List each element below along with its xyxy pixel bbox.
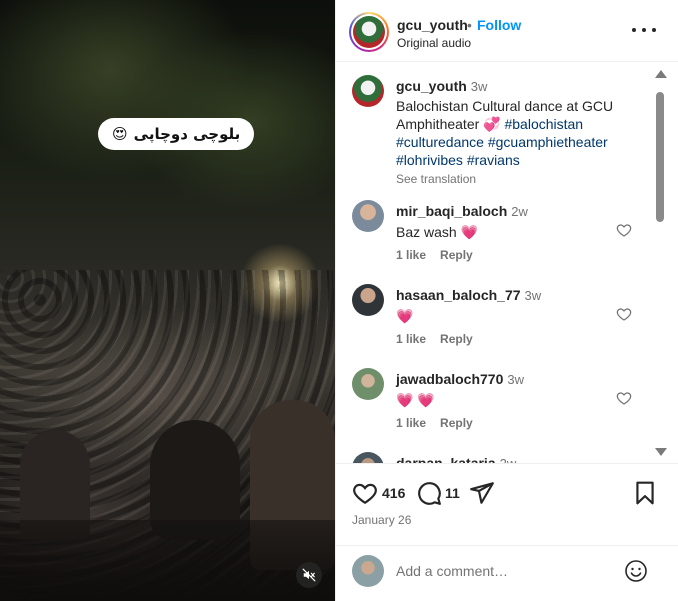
comment-meta: 1 like Reply [396, 416, 473, 430]
comment-time: 2w [511, 204, 528, 219]
comment-username[interactable]: mir_baqi_baloch [396, 203, 507, 219]
video-text-overlay: 😍 بلوچی دوچاپی [98, 118, 255, 150]
smiley-icon[interactable] [624, 559, 648, 583]
follow-button[interactable]: Follow [477, 17, 521, 33]
heart-icon[interactable] [616, 222, 632, 238]
avatar[interactable] [352, 452, 384, 463]
overlay-emoji: 😍 [112, 125, 128, 143]
post-video[interactable]: 😍 بلوچی دوچاپی [0, 0, 335, 601]
post-header: gcu_youth • Follow Original audio [336, 0, 678, 62]
avatar [352, 555, 384, 587]
avatar[interactable] [352, 200, 384, 232]
caption-username[interactable]: gcu_youth [396, 78, 467, 94]
comment-time: 3w [524, 288, 542, 303]
heart-icon[interactable] [352, 480, 378, 506]
see-translation-link[interactable]: See translation [396, 170, 626, 188]
heart-icon[interactable] [616, 306, 632, 322]
reply-button[interactable]: Reply [440, 248, 473, 262]
avatar[interactable] [352, 368, 384, 400]
comment-text: 💗 [396, 308, 414, 324]
more-options-button[interactable] [632, 22, 656, 38]
post-date: January 26 [352, 513, 412, 527]
comment-time: 3w [507, 372, 525, 387]
caption-row: gcu_youth 3w Balochistan Cultural dance a… [336, 75, 656, 187]
hashtag[interactable]: #balochistan [504, 116, 583, 132]
author-avatar-ring[interactable] [349, 12, 389, 52]
bookmark-icon[interactable] [632, 480, 658, 506]
separator-dot: • [467, 17, 472, 33]
comment-username[interactable]: darpan_kataria [396, 455, 496, 463]
comment-text: 💗 💗 [396, 392, 435, 408]
hashtag[interactable]: #lohrivibes [396, 152, 463, 168]
comment-item: hasaan_baloch_77 3w 💗 1 like Reply [336, 284, 656, 354]
hashtag[interactable]: #culturedance [396, 134, 484, 150]
comment-like-count[interactable]: 1 like [396, 248, 426, 262]
comment-text: Baz wash 💗 [396, 224, 479, 240]
comment-meta: 1 like Reply [396, 332, 473, 346]
comment-meta: 1 like Reply [396, 248, 473, 262]
add-comment-bar [336, 545, 678, 601]
avatar[interactable] [352, 75, 384, 107]
avatar [353, 16, 385, 48]
comment-like-count[interactable]: 1 like [396, 416, 426, 430]
scroll-up-arrow[interactable] [655, 70, 667, 78]
reply-button[interactable]: Reply [440, 332, 473, 346]
more-dots-icon [632, 28, 636, 32]
comment-time: 2w [500, 456, 517, 463]
comment-count[interactable]: 11 [445, 485, 460, 501]
comment-body: hasaan_baloch_77 3w 💗 [396, 286, 541, 325]
caption-body: gcu_youth 3w Balochistan Cultural dance a… [396, 77, 626, 188]
overlay-text: بلوچی دوچاپی [133, 125, 241, 143]
hashtag[interactable]: #gcuamphietheater [488, 134, 608, 150]
scroll-down-arrow[interactable] [655, 448, 667, 456]
comment-username[interactable]: hasaan_baloch_77 [396, 287, 521, 303]
share-icon[interactable] [469, 480, 495, 506]
comment-icon[interactable] [416, 480, 442, 506]
post-actions: 416 11 January 26 [336, 463, 678, 545]
comments-list: gcu_youth 3w Balochistan Cultural dance a… [336, 63, 656, 463]
author-username[interactable]: gcu_youth [397, 17, 468, 33]
post-side-panel: gcu_youth • Follow Original audio gcu_yo… [335, 0, 678, 601]
comment-item: jawadbaloch770 3w 💗 💗 1 like Reply [336, 368, 656, 438]
heart-icon[interactable] [616, 390, 632, 406]
comment-input[interactable] [396, 558, 616, 584]
avatar[interactable] [352, 284, 384, 316]
reply-button[interactable]: Reply [440, 416, 473, 430]
comments-scrollbar[interactable] [654, 70, 668, 460]
comment-body: jawadbaloch770 3w 💗 💗 [396, 370, 524, 409]
like-count[interactable]: 416 [382, 485, 405, 501]
comment-item: mir_baqi_baloch 2w Baz wash 💗 1 like Repl… [336, 200, 656, 270]
comment-body: darpan_kataria 2w [396, 454, 516, 463]
caption-time: 3w [470, 79, 488, 94]
comment-like-count[interactable]: 1 like [396, 332, 426, 346]
comment-username[interactable]: jawadbaloch770 [396, 371, 503, 387]
comment-item: darpan_kataria 2w [336, 452, 656, 463]
foreground-shadow [0, 520, 335, 601]
hashtag[interactable]: #ravians [467, 152, 520, 168]
speaker-muted-icon [302, 568, 316, 582]
mute-button[interactable] [296, 562, 322, 588]
comment-body: mir_baqi_baloch 2w Baz wash 💗 [396, 202, 528, 241]
audio-link[interactable]: Original audio [397, 36, 471, 50]
scroll-thumb[interactable] [656, 92, 664, 222]
